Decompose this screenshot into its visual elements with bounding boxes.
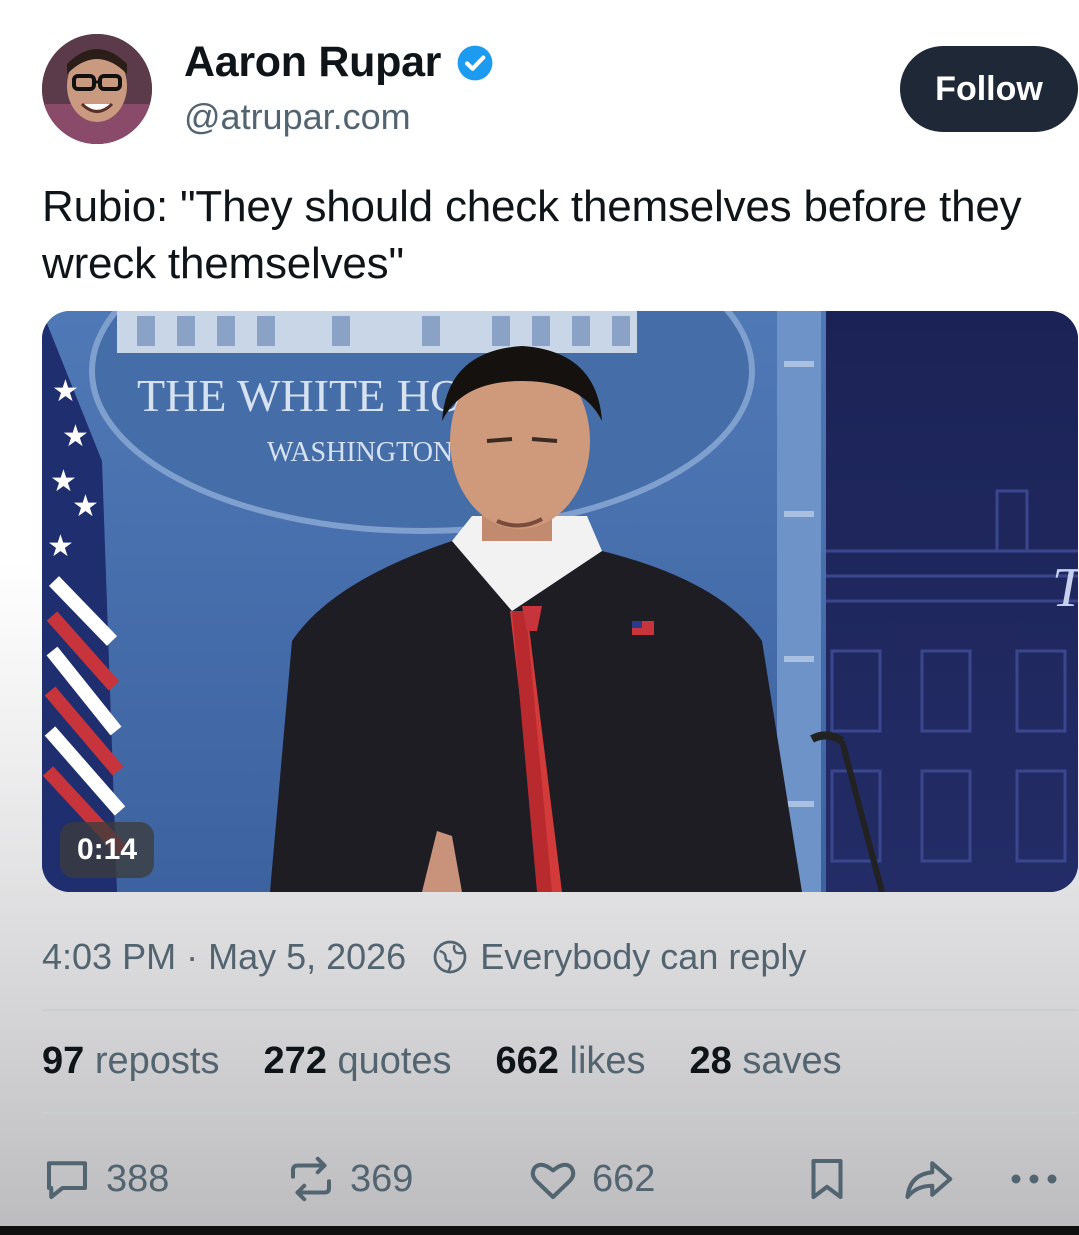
stat-likes[interactable]: 662 likes — [496, 1040, 646, 1083]
video-player[interactable]: THE WHITE HOUSE WASHINGTON T — [42, 311, 1078, 892]
like-count: 662 — [592, 1157, 656, 1200]
svg-text:★: ★ — [52, 375, 79, 408]
stat-quotes-count: 272 — [263, 1040, 327, 1082]
stat-saves-label: saves — [742, 1040, 842, 1082]
author-handle[interactable]: @atrupar.com — [184, 96, 411, 138]
divider — [42, 1009, 1078, 1011]
svg-text:★: ★ — [72, 490, 99, 523]
divider — [42, 1112, 1078, 1114]
repost-icon — [290, 1156, 332, 1202]
seal-text-line2: WASHINGTON — [267, 437, 453, 468]
post-time[interactable]: 4:03 PM — [42, 936, 176, 978]
reply-permission: Everybody can reply — [432, 936, 806, 978]
user-avatar-image — [42, 34, 152, 144]
meta-separator: · — [176, 936, 209, 977]
bookmark-button[interactable] — [800, 1150, 866, 1208]
svg-text:★: ★ — [62, 420, 89, 453]
follow-button[interactable]: Follow — [900, 46, 1078, 132]
repost-count: 369 — [350, 1157, 414, 1200]
heart-icon — [530, 1162, 576, 1200]
svg-text:★: ★ — [47, 530, 74, 563]
more-options-button[interactable] — [1005, 1150, 1075, 1208]
author-name[interactable]: Aaron Rupar — [184, 38, 441, 87]
stat-quotes-label: quotes — [337, 1040, 452, 1082]
post-text: Rubio: "They should check themselves bef… — [42, 182, 1022, 288]
more-icon — [1011, 1174, 1057, 1184]
share-button[interactable] — [900, 1150, 972, 1208]
repost-button[interactable]: 369 — [284, 1150, 413, 1208]
stat-reposts[interactable]: 97 reposts — [42, 1040, 219, 1083]
stat-reposts-label: reposts — [94, 1040, 220, 1082]
stat-likes-count: 662 — [495, 1040, 559, 1082]
stat-quotes[interactable]: 272 quotes — [263, 1040, 451, 1083]
verified-badge-icon — [457, 45, 493, 81]
backdrop-letter: T — [1052, 557, 1078, 619]
video-thumbnail: THE WHITE HOUSE WASHINGTON T — [42, 311, 1078, 892]
reply-permission-label: Everybody can reply — [480, 936, 807, 977]
bottom-edge — [0, 1226, 1079, 1235]
stat-saves-count: 28 — [689, 1040, 732, 1082]
post-date[interactable]: May 5, 2026 — [208, 936, 406, 978]
reply-icon — [46, 1161, 88, 1200]
avatar[interactable] — [42, 34, 152, 144]
globe-icon — [433, 940, 467, 974]
bookmark-icon — [811, 1158, 843, 1200]
stat-likes-label: likes — [569, 1040, 646, 1082]
post-meta: 4:03 PM · May 5, 2026 Everybody can repl… — [42, 934, 806, 980]
stat-reposts-count: 97 — [42, 1040, 85, 1082]
reply-count: 388 — [106, 1157, 170, 1200]
share-arrow-icon — [905, 1161, 953, 1200]
reply-button[interactable]: 388 — [40, 1150, 169, 1208]
engagement-stats: 97 reposts 272 quotes 662 likes 28 saves — [42, 1040, 886, 1083]
stat-saves[interactable]: 28 saves — [690, 1040, 842, 1083]
action-bar: 388 369 662 — [0, 1150, 1079, 1208]
video-duration-badge: 0:14 — [60, 822, 154, 878]
like-button[interactable]: 662 — [526, 1150, 655, 1208]
